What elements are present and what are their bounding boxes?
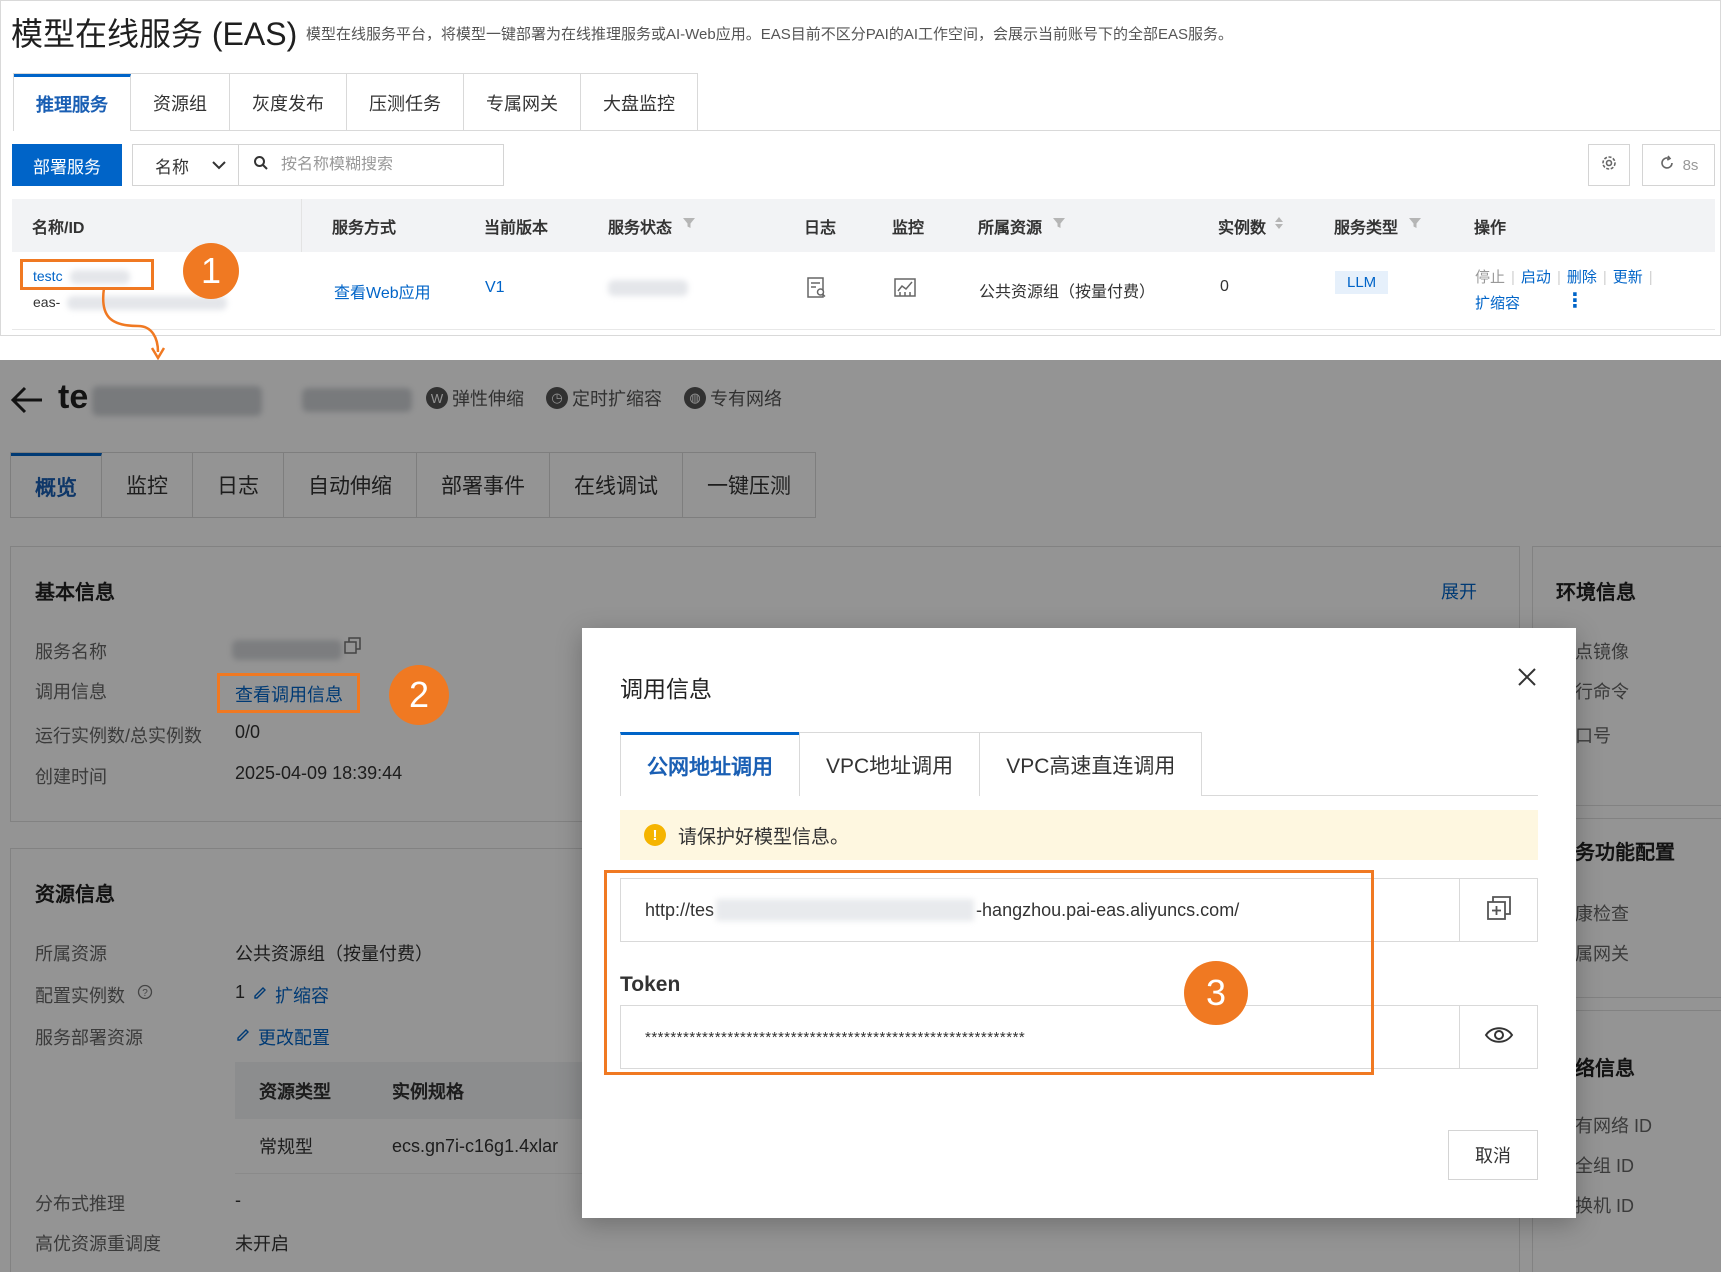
delete-action[interactable]: 删除: [1567, 269, 1597, 286]
col-instances[interactable]: 实例数: [1218, 199, 1318, 252]
search-icon: [253, 155, 269, 176]
tab-canary-release[interactable]: 灰度发布: [230, 74, 347, 131]
show-token-button[interactable]: [1459, 1006, 1537, 1068]
search-group: 名称: [132, 144, 504, 186]
refresh-button[interactable]: 8s: [1642, 144, 1715, 186]
tab-vpc-endpoint[interactable]: VPC地址调用: [799, 732, 981, 796]
warning-banner: ! 请保护好模型信息。: [620, 810, 1538, 860]
step-marker-3: 3: [1184, 961, 1248, 1025]
resource-value: 公共资源组（按量付费）: [979, 284, 1156, 301]
deploy-service-button[interactable]: 部署服务: [12, 144, 122, 186]
row-actions: 停止 | 启动 | 删除 | 更新 |: [1475, 269, 1653, 286]
instance-count: 0: [1220, 278, 1229, 295]
redacted-status: [608, 280, 688, 296]
col-name-id: 名称/ID: [32, 199, 302, 252]
modal-title: 调用信息: [620, 676, 712, 702]
highlight-endpoint-token: [604, 870, 1374, 1075]
col-monitor: 监控: [892, 219, 925, 237]
tab-public-endpoint[interactable]: 公网地址调用: [620, 732, 800, 796]
gear-icon: [1600, 154, 1618, 177]
modal-tabs: 公网地址调用 VPC地址调用 VPC高速直连调用: [620, 732, 1538, 796]
copy-endpoint-button[interactable]: [1459, 879, 1537, 941]
start-action[interactable]: 启动: [1521, 269, 1551, 286]
settings-button[interactable]: [1588, 144, 1630, 186]
scale-action[interactable]: 扩缩容: [1475, 292, 1520, 313]
monitor-icon[interactable]: [893, 276, 917, 305]
filter-field-select[interactable]: 名称: [133, 145, 239, 185]
connector-arrow: [101, 287, 166, 361]
col-status[interactable]: 服务状态: [608, 199, 778, 252]
main-tabs: 推理服务 资源组 灰度发布 压测任务 专属网关 大盘监控: [13, 73, 698, 131]
filter-field-value: 名称: [155, 157, 189, 177]
view-web-app-link[interactable]: 查看Web应用: [334, 279, 431, 303]
col-version: 当前版本: [484, 219, 549, 237]
col-resource[interactable]: 所属资源: [978, 199, 1198, 252]
chevron-down-icon: [212, 155, 226, 175]
page-description: 模型在线服务平台，将模型一键部署为在线推理服务或AI-Web应用。EAS目前不区…: [306, 26, 1234, 43]
refresh-interval: 8s: [1682, 156, 1699, 174]
search-input-wrapper: [239, 145, 503, 185]
table-header: 名称/ID 服务方式 当前版本 服务状态 日志 监控 所属资源 实例数 服务类型…: [12, 199, 1715, 252]
warning-text: 请保护好模型信息。: [678, 826, 850, 848]
service-id: eas-: [33, 294, 61, 310]
tab-divider: [131, 130, 1720, 131]
filter-icon[interactable]: [1408, 216, 1422, 235]
service-list-panel: 模型在线服务 (EAS) 模型在线服务平台，将模型一键部署为在线推理服务或AI-…: [0, 0, 1721, 336]
sort-icon[interactable]: [1274, 216, 1284, 235]
warning-icon: !: [644, 824, 666, 846]
col-service-type[interactable]: 服务类型: [1334, 199, 1454, 252]
filter-icon[interactable]: [1052, 216, 1066, 235]
tab-vpc-direct[interactable]: VPC高速直连调用: [979, 732, 1203, 796]
page-title: 模型在线服务 (EAS): [11, 16, 298, 52]
highlight-invoke-link: [217, 673, 360, 713]
tab-dedicated-gateway[interactable]: 专属网关: [464, 74, 581, 131]
log-icon[interactable]: [805, 276, 829, 305]
close-icon[interactable]: [1516, 664, 1538, 695]
tab-stress-test[interactable]: 压测任务: [347, 74, 464, 131]
search-input[interactable]: [281, 156, 481, 174]
col-service-mode: 服务方式: [332, 219, 397, 237]
eye-icon: [1484, 1025, 1514, 1050]
col-log: 日志: [804, 219, 837, 237]
refresh-icon: [1659, 155, 1675, 175]
table-row: testc eas- 查看Web应用 V1 公共资源组（按量付费） 0 LLM …: [12, 252, 1715, 330]
copy-icon: [1486, 895, 1512, 926]
update-action[interactable]: 更新: [1613, 269, 1643, 286]
step-marker-1: 1: [183, 243, 239, 299]
service-type-badge: LLM: [1335, 271, 1389, 294]
service-table: 名称/ID 服务方式 当前版本 服务状态 日志 监控 所属资源 实例数 服务类型…: [12, 199, 1715, 330]
tab-dashboard[interactable]: 大盘监控: [581, 74, 697, 131]
tab-inference-service[interactable]: 推理服务: [14, 74, 131, 131]
step-marker-2: 2: [389, 665, 449, 725]
filter-icon[interactable]: [682, 216, 696, 235]
cancel-button[interactable]: 取消: [1448, 1130, 1538, 1180]
version-link[interactable]: V1: [485, 279, 505, 297]
tab-resource-group[interactable]: 资源组: [131, 74, 230, 131]
stop-action[interactable]: 停止: [1475, 269, 1505, 286]
col-actions: 操作: [1474, 219, 1507, 237]
more-actions-icon[interactable]: ⋮: [1565, 288, 1585, 313]
